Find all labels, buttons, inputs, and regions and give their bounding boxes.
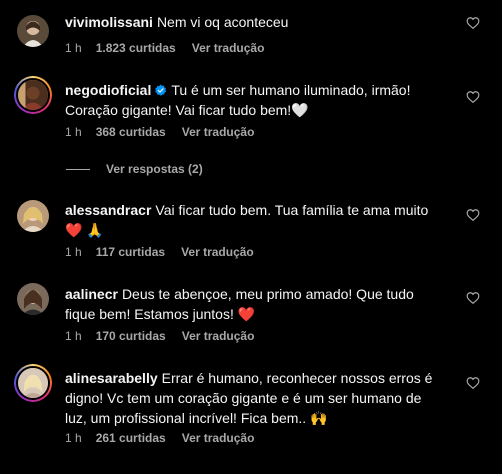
avatar[interactable] [14, 76, 52, 114]
comment-username[interactable]: alessandracr [65, 202, 151, 218]
comment-time[interactable]: 1 h [65, 329, 82, 343]
translate-link[interactable]: Ver tradução [182, 125, 255, 139]
like-heart-icon[interactable] [466, 208, 480, 222]
profile-photo-icon [18, 80, 48, 110]
replies-divider [66, 169, 90, 171]
comment-meta: 1 h 170 curtidas Ver tradução [65, 329, 270, 343]
likes-count[interactable]: 261 curtidas [96, 431, 166, 445]
comment-time[interactable]: 1 h [65, 245, 82, 259]
likes-count[interactable]: 368 curtidas [96, 125, 166, 139]
comment-meta: 1 h 117 curtidas Ver tradução [65, 245, 270, 259]
verified-badge-icon [154, 82, 167, 96]
comment-username[interactable]: aalinecr [65, 286, 118, 302]
comment-username[interactable]: vivimolissani [65, 14, 153, 30]
comment-time[interactable]: 1 h [65, 41, 82, 55]
view-replies-button[interactable]: Ver respostas (2) [66, 162, 203, 176]
like-heart-icon[interactable] [466, 291, 480, 305]
profile-photo-icon [17, 283, 49, 315]
comment-time[interactable]: 1 h [65, 125, 82, 139]
translate-link[interactable]: Ver tradução [192, 41, 265, 55]
likes-count[interactable]: 117 curtidas [96, 245, 165, 259]
like-heart-icon[interactable] [466, 90, 480, 104]
comment-time[interactable]: 1 h [65, 431, 82, 445]
like-heart-icon[interactable] [466, 16, 480, 30]
comment-body: alessandracr Vai ficar tudo bem. Tua famí… [65, 200, 444, 240]
comment-username[interactable]: negodioficial [65, 82, 151, 98]
avatar[interactable] [14, 364, 52, 402]
avatar[interactable] [17, 15, 49, 47]
profile-photo-icon [18, 368, 48, 398]
comment-body: alinesarabelly Errar é humano, reconhecer… [65, 368, 444, 428]
translate-link[interactable]: Ver tradução [181, 245, 254, 259]
view-replies-label: Ver respostas (2) [106, 162, 203, 176]
comment-meta: 1 h 261 curtidas Ver tradução [65, 431, 270, 445]
comment-meta: 1 h 368 curtidas Ver tradução [65, 125, 270, 139]
comment-text: Nem vi oq aconteceu [156, 14, 289, 30]
profile-photo-icon [17, 200, 49, 232]
avatar[interactable] [17, 200, 49, 232]
comment-body: vivimolissani Nem vi oq aconteceu [65, 12, 444, 32]
profile-photo-icon [17, 15, 49, 47]
translate-link[interactable]: Ver tradução [182, 431, 255, 445]
translate-link[interactable]: Ver tradução [182, 329, 255, 343]
like-heart-icon[interactable] [466, 376, 480, 390]
comment-body: negodioficial Tu é um ser humano iluminad… [65, 80, 444, 120]
likes-count[interactable]: 1.823 curtidas [96, 41, 176, 55]
comment-body: aalinecr Deus te abençoe, meu primo amado… [65, 284, 444, 324]
comment-username[interactable]: alinesarabelly [65, 370, 158, 386]
likes-count[interactable]: 170 curtidas [96, 329, 166, 343]
avatar[interactable] [17, 283, 49, 315]
comment-meta: 1 h 1.823 curtidas Ver tradução [65, 41, 280, 55]
